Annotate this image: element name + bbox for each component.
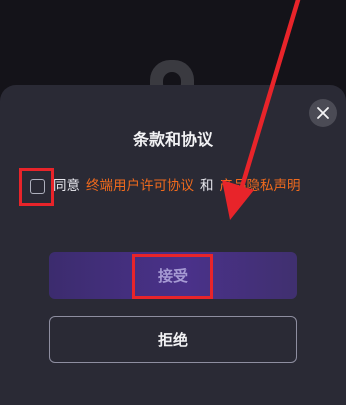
agree-checkbox[interactable] (30, 178, 45, 194)
reject-label: 拒绝 (157, 331, 188, 349)
close-button[interactable] (309, 99, 337, 127)
privacy-link[interactable]: 隐私声明 (247, 174, 301, 198)
eula-link[interactable]: 终端用户许可协议 (86, 174, 194, 198)
agree-prefix: 同意 (53, 178, 80, 194)
dialog-title: 条款和协议 (132, 130, 213, 149)
agreement-row: 同意 终端用户许可协议 和 产品 隐私声明 (26, 174, 301, 198)
accept-button[interactable]: 接受 (49, 252, 297, 299)
accept-label: 接受 (157, 267, 188, 285)
reject-button[interactable]: 拒绝 (49, 316, 297, 363)
privacy-link-hidden-part[interactable]: 产品 (220, 174, 247, 198)
agree-conjunction: 和 (200, 178, 214, 194)
close-icon (317, 107, 329, 119)
